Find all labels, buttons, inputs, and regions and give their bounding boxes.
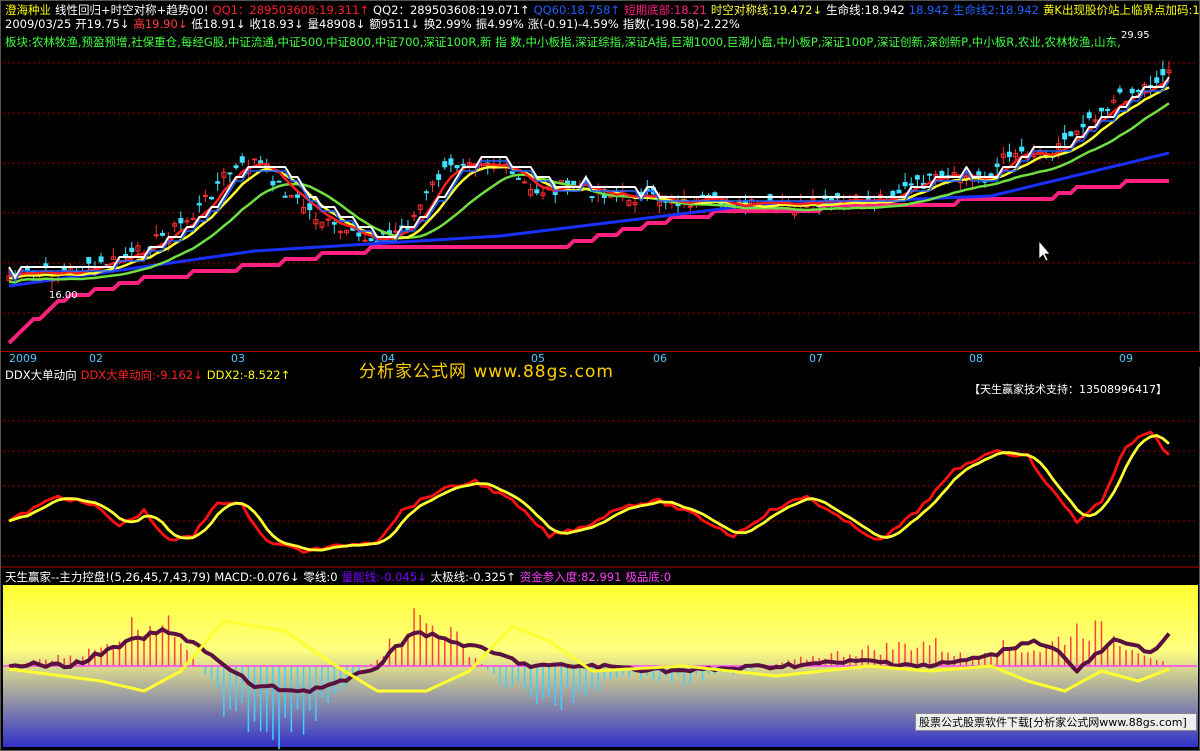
candle-body: [1068, 131, 1074, 137]
candle-body: [1129, 88, 1135, 94]
candle-body: [294, 194, 300, 198]
candle-body: [356, 232, 362, 237]
candle-body: [1098, 107, 1104, 112]
ddx2-yellow-line: [8, 434, 1170, 552]
ddx-red-line: [8, 430, 1170, 554]
macd-header: 天生赢家--主力控盘!(5,26,45,7,43,79) MACD:-0.076↓…: [5, 569, 675, 585]
candle-body: [448, 158, 454, 166]
low-price-label: 16.00: [49, 290, 78, 301]
candle-body: [454, 165, 460, 169]
candle-body: [276, 180, 282, 183]
candle-body: [252, 158, 258, 161]
candle-body: [196, 203, 202, 206]
axis-tick-2: 03: [231, 352, 245, 365]
candle-body: [878, 194, 884, 197]
candle-body: [436, 174, 442, 180]
candle-body: [423, 191, 429, 194]
macd-header-1: MACD:-0.076↓: [214, 570, 300, 584]
candle-body: [393, 230, 399, 233]
candle-body: [1154, 77, 1160, 83]
footer-banner[interactable]: 股票公式股票软件下载[分析家公式网www.88gs.com]: [915, 713, 1197, 731]
candle-body: [362, 239, 368, 242]
macd-header-6: 极品底:0: [625, 570, 672, 584]
candle-body: [896, 189, 902, 194]
candle-body: [215, 181, 221, 184]
candle-body: [589, 196, 595, 199]
candle-body: [914, 175, 920, 180]
candle-body: [1105, 109, 1111, 112]
candle-body: [927, 173, 933, 176]
candle-body: [86, 257, 92, 264]
candle-body: [159, 232, 165, 236]
candle-body: [442, 161, 448, 168]
candle-body: [270, 181, 276, 186]
candle-body: [994, 163, 1000, 168]
macd-header-5: 资金参入度:82.991: [519, 570, 622, 584]
axis-tick-5: 06: [653, 352, 667, 365]
candle-body: [522, 181, 528, 184]
candle-body: [307, 203, 313, 211]
candle-body: [1135, 89, 1141, 92]
candle-body: [908, 183, 914, 186]
candle-body: [331, 222, 337, 225]
axis-tick-0: 2009: [9, 352, 37, 365]
candle-body: [890, 190, 896, 197]
candle-body: [227, 172, 233, 175]
high-price-label: 29.95: [1121, 30, 1150, 41]
candle-body: [239, 156, 245, 163]
candle-body: [1019, 146, 1025, 152]
mouse-cursor-icon: [1038, 240, 1051, 262]
candle-body: [1080, 123, 1086, 128]
candle-body: [509, 171, 515, 175]
green-ma-line: [8, 102, 1170, 284]
candle-body: [129, 247, 135, 252]
candle-body: [534, 189, 540, 194]
candle-body: [209, 196, 215, 200]
axis-tick-6: 07: [809, 352, 823, 365]
candle-body: [178, 217, 184, 224]
candle-body: [1062, 132, 1068, 140]
ddx-header-1: DDX大单动向:-9.162↓: [80, 368, 203, 382]
white-step-line: [8, 76, 1170, 278]
candle-body: [460, 163, 466, 166]
watermark-text: 分析家公式网 www.88gs.com: [359, 362, 614, 382]
macd-header-0: 天生赢家--主力控盘!(5,26,45,7,43,79): [5, 570, 211, 584]
candle-body: [282, 195, 288, 198]
ddx-header-2: DDX2:-8.522↑: [206, 368, 291, 382]
macd-header-2: 零线:0: [303, 570, 338, 584]
candle-body: [939, 171, 945, 177]
candle-body: [202, 194, 208, 197]
candle-body: [1117, 88, 1123, 93]
candle-body: [1160, 68, 1166, 76]
axis-tick-7: 08: [969, 352, 983, 365]
support-text: 【天生赢家技术支持：13508996417】: [969, 383, 1167, 396]
candle-body: [190, 217, 196, 220]
candle-body: [515, 177, 521, 180]
chart-window[interactable]: 澄海种业 线性回归+时空对称+趋势00! QQ1：289503608:19.311↑…: [0, 0, 1200, 751]
candle-body: [1006, 151, 1012, 158]
candle-body: [902, 181, 908, 187]
axis-tick-1: 02: [89, 352, 103, 365]
ddx-header-0: DDX大单动向: [5, 368, 77, 382]
candle-body: [98, 256, 104, 263]
axis-tick-8: 09: [1119, 352, 1133, 365]
macd-header-4: 太极线:-0.325↑: [430, 570, 516, 584]
macd-header-3: 量能线:-0.045↓: [341, 570, 427, 584]
candle-body: [368, 238, 374, 241]
candle-body: [233, 165, 239, 169]
ddx-header: DDX大单动向 DDX大单动向:-9.162↓ DDX2:-8.522↑: [5, 367, 294, 383]
candle-body: [1086, 112, 1092, 119]
